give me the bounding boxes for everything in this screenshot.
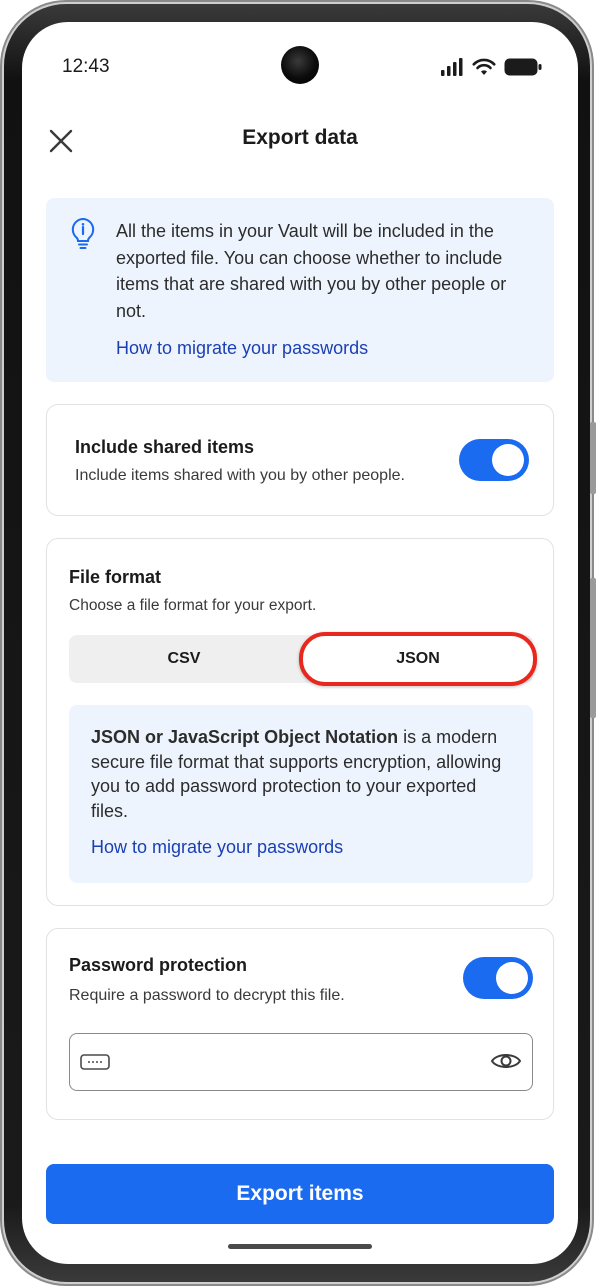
signal-icon bbox=[441, 58, 463, 76]
password-protection-title: Password protection bbox=[69, 955, 248, 975]
format-option-json[interactable]: JSON bbox=[299, 632, 537, 686]
format-migrate-link[interactable]: How to migrate your passwords bbox=[91, 837, 343, 858]
power-button bbox=[590, 578, 596, 718]
info-banner: All the items in your Vault will be incl… bbox=[46, 198, 554, 382]
format-segmented-control: CSV JSON bbox=[69, 632, 537, 686]
shared-items-title: Include shared items bbox=[75, 437, 255, 457]
toggle-knob bbox=[492, 444, 524, 476]
export-items-button[interactable]: Export items bbox=[46, 1164, 554, 1224]
format-info-box: JSON or JavaScript Object Notation is a … bbox=[69, 705, 533, 883]
wifi-icon bbox=[472, 58, 496, 75]
shared-items-toggle[interactable] bbox=[459, 439, 529, 481]
file-format-title: File format bbox=[69, 567, 162, 587]
screen: 12:43 Export data All the items in your … bbox=[22, 22, 578, 1264]
format-info-text: JSON or JavaScript Object Notation is a … bbox=[91, 725, 515, 823]
file-format-card: File format Choose a file format for you… bbox=[46, 538, 554, 906]
status-time: 12:43 bbox=[62, 56, 110, 77]
page-title: Export data bbox=[242, 126, 358, 149]
format-info-bold: JSON or JavaScript Object Notation bbox=[91, 727, 399, 747]
battery-icon bbox=[504, 58, 542, 76]
eye-icon[interactable] bbox=[490, 1049, 522, 1073]
file-format-subtitle: Choose a file format for your export. bbox=[69, 597, 317, 614]
info-banner-text: All the items in your Vault will be incl… bbox=[116, 221, 507, 321]
home-indicator bbox=[228, 1244, 372, 1249]
password-dots-icon bbox=[80, 1054, 110, 1070]
shared-items-card: Include shared items Include items share… bbox=[46, 404, 554, 516]
phone-frame: 12:43 Export data All the items in your … bbox=[4, 4, 596, 1282]
shared-items-subtitle: Include items shared with you by other p… bbox=[75, 467, 405, 484]
lightbulb-icon bbox=[71, 217, 95, 249]
password-field[interactable] bbox=[69, 1033, 533, 1091]
volume-button bbox=[590, 422, 596, 494]
password-protection-card: Password protection Require a password t… bbox=[46, 928, 554, 1120]
toggle-knob bbox=[496, 962, 528, 994]
status-icons bbox=[440, 58, 542, 76]
migrate-passwords-link[interactable]: How to migrate your passwords bbox=[116, 338, 368, 359]
front-camera bbox=[281, 46, 319, 84]
format-option-csv[interactable]: CSV bbox=[69, 635, 299, 683]
password-protection-subtitle: Require a password to decrypt this file. bbox=[69, 987, 345, 1004]
password-protection-toggle[interactable] bbox=[463, 957, 533, 999]
